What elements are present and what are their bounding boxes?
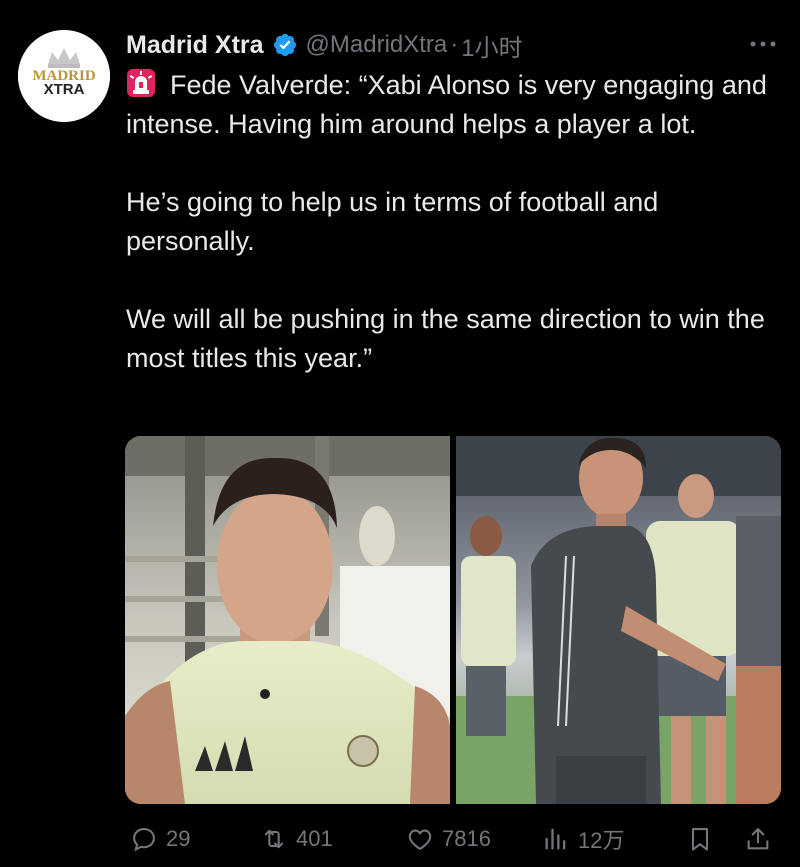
- tweet-paragraph-1: Fede Valverde: “Xabi Alonso is very enga…: [126, 68, 767, 139]
- views-chart-icon: [545, 828, 566, 850]
- views-count: 12万: [578, 828, 625, 853]
- separator-dot: ·: [450, 31, 459, 58]
- timestamp[interactable]: 1小时: [461, 28, 522, 63]
- svg-text:XTRA: XTRA: [44, 81, 85, 98]
- tweet-paragraph-3: We will all be pushing in the same direc…: [126, 304, 765, 373]
- author-handle[interactable]: @MadridXtra: [306, 31, 448, 59]
- tweet-paragraph-2: He’s going to help us in terms of footba…: [126, 187, 659, 256]
- tweet-header: Madrid Xtra @MadridXtra · 1小时: [126, 28, 523, 62]
- tweet-text: Fede Valverde: “Xabi Alonso is very enga…: [126, 66, 786, 378]
- avatar[interactable]: MADRID XTRA: [18, 30, 110, 122]
- retweet-count: 401: [296, 826, 333, 851]
- share-icon: [747, 828, 769, 850]
- bookmark-icon: [691, 828, 709, 851]
- author-name[interactable]: Madrid Xtra: [126, 31, 264, 60]
- tweet-media[interactable]: [125, 436, 781, 804]
- action-bar: 29 401 7816 12万: [126, 820, 786, 858]
- like-count: 7816: [442, 826, 491, 851]
- retweet-icon: [264, 829, 284, 849]
- madrid-xtra-logo: MADRID XTRA: [18, 30, 110, 122]
- more-options-icon[interactable]: [748, 36, 778, 52]
- heart-icon: [408, 829, 432, 851]
- reply-button[interactable]: 29: [130, 825, 190, 853]
- bookmark-button[interactable]: [686, 825, 722, 853]
- reply-icon: [133, 828, 155, 852]
- reply-count: 29: [166, 826, 191, 851]
- share-button[interactable]: [744, 825, 780, 853]
- retweet-button[interactable]: 401: [260, 825, 333, 853]
- views-button[interactable]: 12万: [542, 823, 624, 855]
- media-image-valverde[interactable]: [125, 436, 450, 804]
- siren-emoji-icon: [126, 68, 156, 98]
- like-button[interactable]: 7816: [406, 825, 491, 853]
- verified-badge-icon: [272, 32, 298, 58]
- media-image-alonso[interactable]: [456, 436, 781, 804]
